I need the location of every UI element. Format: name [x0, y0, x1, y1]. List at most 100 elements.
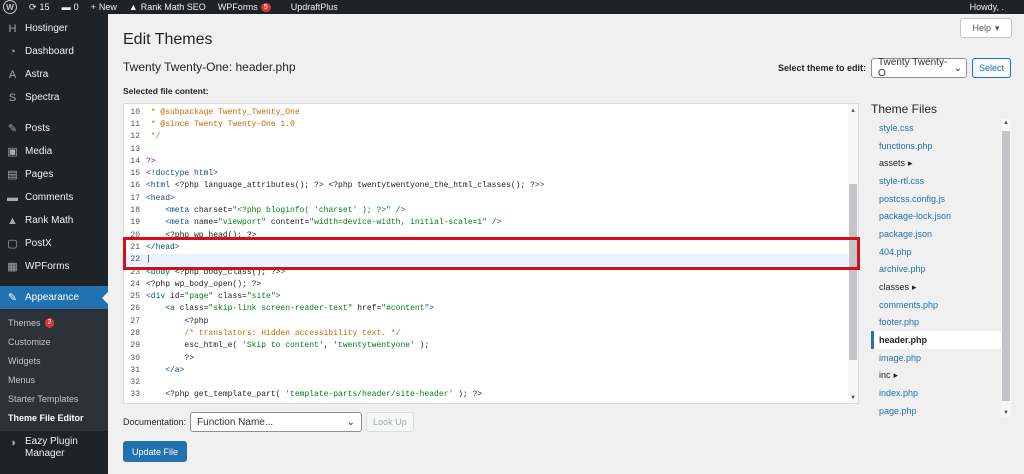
code-line[interactable]: 17 <head> — [124, 192, 858, 204]
sidebar-item-label: Pages — [25, 169, 54, 180]
file-item[interactable]: package.json — [871, 225, 1011, 243]
code-line[interactable]: 32 — [124, 377, 858, 389]
update-file-button[interactable]: Update File — [123, 441, 188, 462]
code-line[interactable]: 19 <meta name="viewport" content="width=… — [124, 217, 858, 229]
comments-button[interactable]: ▬ 0 — [56, 0, 85, 14]
scroll-down-icon[interactable]: ▼ — [849, 393, 857, 401]
code-line[interactable]: 24 <?php wp_body_open(); ?> — [124, 278, 858, 290]
submenu-item-customize[interactable]: Customize — [0, 332, 108, 351]
sidebar-item-posts[interactable]: ✎ Posts — [0, 117, 108, 140]
code-line[interactable]: 25 <div id="page" class="site"> — [124, 290, 858, 302]
help-button[interactable]: Help ▾ — [960, 18, 1012, 38]
sidebar-item-rank-math[interactable]: ▲ Rank Math — [0, 209, 108, 232]
folder-item[interactable]: inc ▸ — [871, 367, 1011, 385]
sidebar-item-appearance[interactable]: ✎ Appearance — [0, 286, 108, 309]
folder-item[interactable]: classes ▸ — [871, 278, 1011, 296]
function-name-select[interactable]: Function Name... ⌄ — [190, 412, 363, 432]
file-item[interactable]: footer.php — [871, 314, 1011, 332]
code-line[interactable]: 14 ?> — [124, 155, 858, 167]
file-item[interactable]: style-rtl.css — [871, 172, 1011, 190]
submenu-item-label: Theme File Editor — [8, 412, 84, 423]
file-item[interactable]: comments.php — [871, 296, 1011, 314]
file-item[interactable]: functions.php — [871, 137, 1011, 155]
file-item[interactable]: postcss.config.js — [871, 190, 1011, 208]
function-name-value: Function Name... — [197, 416, 274, 428]
file-name: package-lock.json — [879, 211, 952, 222]
select-button[interactable]: Select — [971, 58, 1011, 78]
sidebar-item-astra[interactable]: A Astra — [0, 63, 108, 86]
code-line[interactable]: 16 <html <?php language_attributes(); ?> … — [124, 180, 858, 192]
code-line[interactable]: 18 <meta charset="<?php bloginfo( 'chars… — [124, 204, 858, 216]
submenu-item-widgets[interactable]: Widgets — [0, 351, 108, 370]
scroll-up-icon[interactable]: ▲ — [849, 106, 857, 114]
theme-select[interactable]: Twenty Twenty-O ⌄ — [870, 57, 967, 79]
sidebar-item-spectra[interactable]: S Spectra — [0, 86, 108, 109]
wpforms-badge: 5 — [260, 2, 271, 12]
code-line[interactable]: 21 </head> — [124, 241, 858, 253]
admin-bar: W ⟳ 15 ▬ 0 + New ▲ Rank Math SEO WPForms… — [0, 0, 1024, 14]
sidebar-item-plugin-manager[interactable]: ◑ Eazy Plugin Manager — [0, 431, 108, 465]
code-line[interactable]: 31 </a> — [124, 364, 858, 376]
sidebar-item-media[interactable]: ▣ Media — [0, 140, 108, 163]
sidebar-item-postx[interactable]: ▢ PostX — [0, 232, 108, 255]
dashboard-icon: ◔ — [9, 45, 16, 58]
scroll-up-icon[interactable]: ▲ — [1002, 120, 1010, 126]
file-item[interactable]: archive.php — [871, 261, 1011, 279]
code-line[interactable]: 20 <?php wp_head(); ?> — [124, 229, 858, 241]
code-line[interactable]: 29 esc_html_e( 'Skip to content', 'twent… — [124, 340, 858, 352]
documentation-row: Documentation: Function Name... ⌄ Look U… — [123, 412, 414, 432]
code-text: </a> — [146, 366, 184, 375]
code-token: <html — [146, 181, 175, 191]
code-line[interactable]: 28 /* translators: Hidden accessibility … — [124, 327, 858, 339]
sidebar-item-dashboard[interactable]: ◔ Dashboard — [0, 40, 108, 63]
files-scrollbar[interactable]: ▲ ▼ — [1001, 119, 1011, 417]
file-name: footer.php — [879, 317, 920, 328]
submenu-item-starter-templates[interactable]: Starter Templates — [0, 389, 108, 408]
file-item[interactable]: package-lock.json — [871, 207, 1011, 225]
wpforms-button[interactable]: WPForms 5 — [212, 0, 277, 14]
file-item[interactable]: style.css — [871, 119, 1011, 137]
code-line[interactable]: 22 | — [124, 253, 858, 266]
editor-scrollbar-thumb[interactable] — [849, 184, 857, 360]
line-number: 29 — [130, 341, 140, 351]
wordpress-logo-icon[interactable]: W — [3, 0, 17, 14]
sidebar-item-wpforms[interactable]: ▦ WPForms — [0, 255, 108, 278]
code-token: "site" — [246, 292, 276, 302]
code-token: ); ?> — [453, 390, 483, 400]
file-item[interactable]: header.php — [871, 331, 1011, 349]
code-line[interactable]: 10 * @subpackage Twenty_Twenty_One — [124, 106, 858, 118]
code-line[interactable]: 15 <!doctype html> — [124, 167, 858, 179]
look-up-button[interactable]: Look Up — [366, 412, 414, 432]
editor-scrollbar[interactable]: ▲ ▼ — [848, 104, 858, 403]
code-editor[interactable]: 10 * @subpackage Twenty_Twenty_One 11 * @… — [123, 103, 859, 404]
code-line[interactable]: 30 ?> — [124, 352, 858, 364]
folder-item[interactable]: assets ▸ — [871, 154, 1011, 172]
code-token: * @since Twenty Twenty-One 1.0 — [146, 119, 295, 129]
code-line[interactable]: 13 — [124, 143, 858, 155]
file-item[interactable]: page.php — [871, 402, 1011, 417]
file-item[interactable]: 404.php — [871, 243, 1011, 261]
main-content: Help ▾ Edit Themes Twenty Twenty-One: he… — [108, 14, 1024, 474]
submenu-item-theme-file-editor[interactable]: Theme File Editor — [0, 408, 108, 427]
new-content-button[interactable]: + New — [85, 0, 123, 14]
spectra-icon: S — [8, 91, 17, 104]
code-line[interactable]: 33 <?php get_template_part( 'template-pa… — [124, 389, 858, 401]
updraftplus-button[interactable]: UpdraftPlus — [285, 0, 344, 14]
code-line[interactable]: 27 <?php — [124, 315, 858, 327]
code-line[interactable]: 26 <a class="skip-link screen-reader-tex… — [124, 303, 858, 315]
files-scrollbar-thumb[interactable] — [1002, 131, 1010, 401]
sidebar-item-comments[interactable]: ▬ Comments — [0, 186, 108, 209]
updates-button[interactable]: ⟳ 15 — [23, 0, 56, 14]
file-item[interactable]: index.php — [871, 384, 1011, 402]
file-item[interactable]: image.php — [871, 349, 1011, 367]
rankmath-button[interactable]: ▲ Rank Math SEO — [123, 0, 212, 14]
code-line[interactable]: 12 */ — [124, 131, 858, 143]
sidebar-item-hostinger[interactable]: H Hostinger — [0, 17, 108, 40]
account-menu[interactable]: Howdy, . — [964, 0, 1024, 14]
sidebar-item-pages[interactable]: ▤ Pages — [0, 163, 108, 186]
scroll-down-icon[interactable]: ▼ — [1002, 410, 1010, 416]
code-line[interactable]: 23 <body <?php body_class(); ?>> — [124, 266, 858, 278]
submenu-item-themes[interactable]: Themes 2 — [0, 313, 108, 332]
code-line[interactable]: 11 * @since Twenty Twenty-One 1.0 — [124, 118, 858, 130]
submenu-item-menus[interactable]: Menus — [0, 370, 108, 389]
